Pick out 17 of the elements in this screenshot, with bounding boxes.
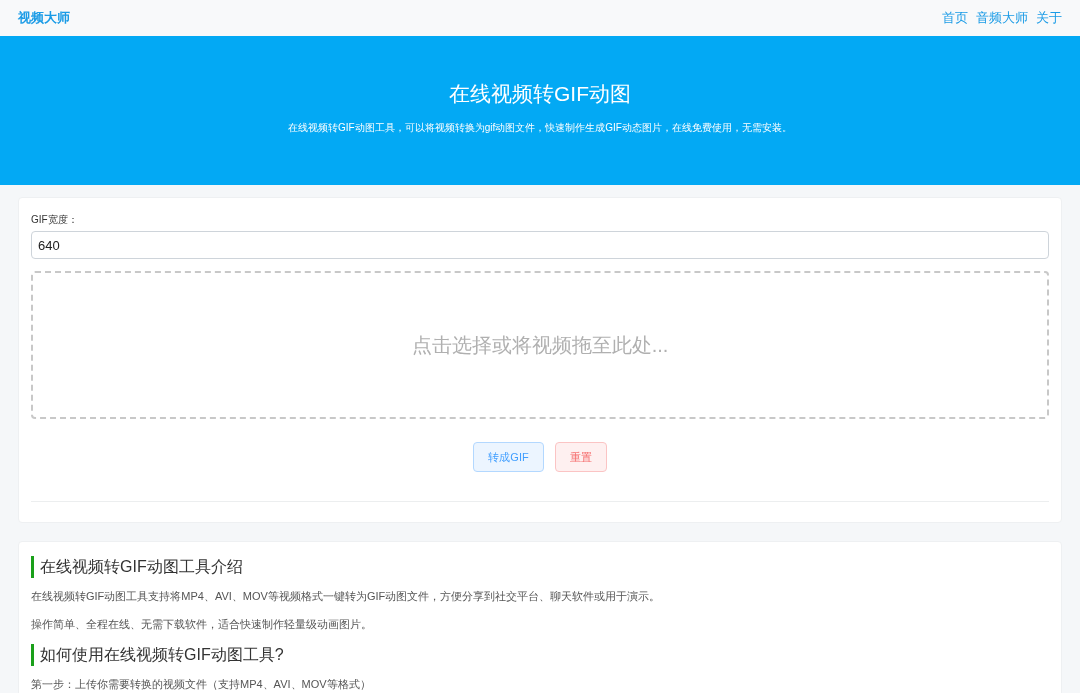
dropzone-text: 点击选择或将视频拖至此处... (411, 333, 669, 358)
section-heading: 如何使用在线视频转GIF动图工具? (31, 644, 1049, 666)
hero-subtitle: 在线视频转GIF动图工具，可以将视频转换为gif动图文件，快速制作生成GIF动态图片，在线免费使用，无需安装。 (288, 120, 792, 135)
convert-button[interactable]: 转成GIF (473, 442, 544, 472)
width-input[interactable]: 640 (31, 231, 1049, 259)
video-dropzone[interactable]: 点击选择或将视频拖至此处... (31, 271, 1049, 419)
paragraph: 第一步：上传你需要转换的视频文件（支持MP4、AVI、MOV等格式） (31, 677, 372, 692)
brand-logo[interactable]: 视频大师 (18, 8, 70, 28)
nav-link[interactable]: 音频大师 (976, 8, 1028, 28)
reset-button[interactable]: 重置 (554, 442, 607, 472)
width-label: GIF宽度： (31, 213, 79, 227)
hero-title: 在线视频转GIF动图 (449, 81, 631, 107)
nav-link[interactable]: 首页 (942, 8, 968, 28)
nav-link[interactable]: 关于 (1036, 8, 1062, 28)
paragraph: 在线视频转GIF动图工具支持将MP4、AVI、MOV等视频格式一键转为GIF动图文件，方便分享到社交平台、聊天软件或用于演示。 (31, 589, 662, 604)
section-heading: 在线视频转GIF动图工具介绍 (31, 556, 1049, 578)
paragraph: 操作简单、全程在线、无需下载软件，适合快速制作轻量级动画图片。 (31, 617, 373, 632)
